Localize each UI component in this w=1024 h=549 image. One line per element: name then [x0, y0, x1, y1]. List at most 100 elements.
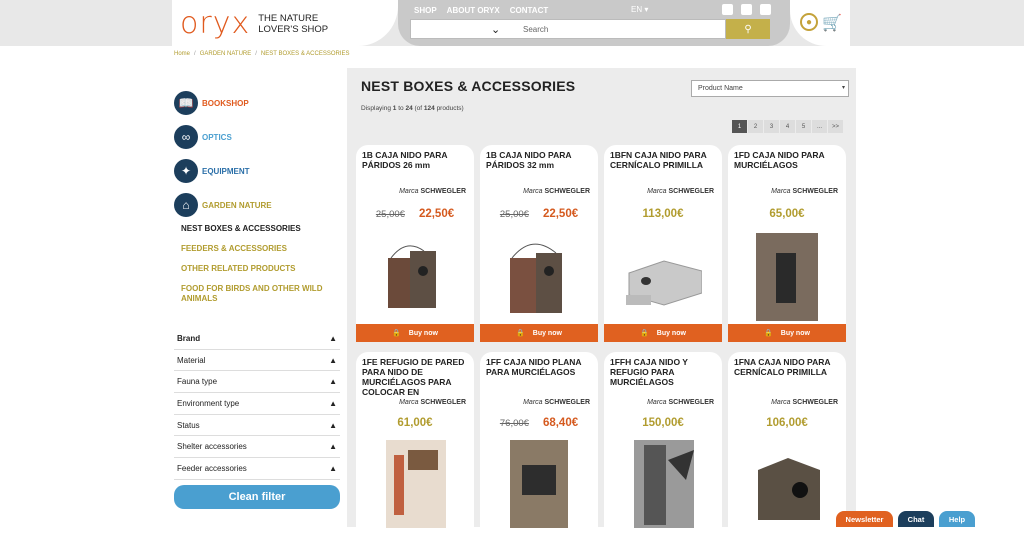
product-price: 65,00€: [769, 208, 805, 220]
chevron-down-icon[interactable]: ⌄: [491, 23, 511, 36]
product-card[interactable]: 1BFN CAJA NIDO PARA CERNÍCALO PRIMILLA M…: [604, 145, 722, 342]
chevron-up-icon: ▲: [329, 442, 337, 452]
product-brand: Marca SCHWEGLER: [523, 399, 590, 406]
nav-about[interactable]: ABOUT ORYX: [447, 6, 500, 15]
butterfly-icon: ✦: [174, 159, 198, 183]
lock-icon: 🔒: [764, 330, 773, 337]
clean-filter-button[interactable]: Clean filter: [174, 485, 340, 509]
product-image[interactable]: [500, 440, 578, 528]
buy-now-button[interactable]: 🔒 Buy now: [728, 324, 846, 342]
product-name[interactable]: 1FNA CAJA NIDO PARA CERNÍCALO PRIMILLA: [734, 357, 842, 377]
category-garden-nature[interactable]: ⌂ GARDEN NATURE: [174, 192, 340, 218]
product-name[interactable]: 1BFN CAJA NIDO PARA CERNÍCALO PRIMILLA: [610, 150, 718, 170]
category-optics[interactable]: ∞ OPTICS: [174, 124, 340, 150]
product-image[interactable]: [748, 440, 826, 528]
product-card[interactable]: 1FE REFUGIO DE PARED PARA NIDO DE MURCIÉ…: [356, 352, 474, 549]
newsletter-button[interactable]: Newsletter: [836, 511, 893, 527]
product-price: 68,40€: [542, 417, 579, 429]
category-equipment[interactable]: ✦ EQUIPMENT: [174, 158, 340, 184]
filter-material[interactable]: Material ▲: [174, 350, 340, 372]
old-price: 25,00€: [499, 209, 529, 220]
language-selector[interactable]: EN ▾: [631, 5, 648, 14]
product-price: 22,50€: [418, 208, 455, 220]
subcat-feeders[interactable]: FEEDERS & ACCESSORIES: [181, 244, 340, 254]
product-name[interactable]: 1FF CAJA NIDO PLANA PARA MURCIÉLAGOS: [486, 357, 594, 377]
chevron-up-icon: ▲: [329, 377, 337, 387]
page-4[interactable]: 4: [780, 120, 795, 133]
product-card[interactable]: 1B CAJA NIDO PARA PÁRIDOS 32 mm Marca SC…: [480, 145, 598, 342]
logo-tagline: THE NATURE LOVER'S SHOP: [258, 12, 329, 35]
facebook-icon[interactable]: [722, 4, 733, 15]
filter-environment-type[interactable]: Environment type ▲: [174, 393, 340, 415]
search-button[interactable]: ⚲: [726, 19, 770, 39]
product-card[interactable]: 1FFH CAJA NIDO Y REFUGIO PARA MURCIÉLAGO…: [604, 352, 722, 549]
filter-fauna-type[interactable]: Fauna type ▲: [174, 371, 340, 394]
product-card[interactable]: 1B CAJA NIDO PARA PÁRIDOS 26 mm Marca SC…: [356, 145, 474, 342]
subcat-food[interactable]: FOOD FOR BIRDS AND OTHER WILD ANIMALS: [181, 284, 331, 304]
cart-icon[interactable]: 🛒: [822, 13, 842, 33]
product-brand: Marca SCHWEGLER: [647, 188, 714, 195]
buy-now-button[interactable]: 🔒 Buy now: [356, 324, 474, 342]
product-image[interactable]: [624, 440, 702, 528]
product-card[interactable]: 1FD CAJA NIDO PARA MURCIÉLAGOS Marca SCH…: [728, 145, 846, 342]
nav-shop[interactable]: SHOP: [414, 6, 437, 15]
product-name[interactable]: 1FD CAJA NIDO PARA MURCIÉLAGOS: [734, 150, 842, 170]
subcat-other-related[interactable]: OTHER RELATED PRODUCTS: [181, 264, 340, 274]
buy-now-button[interactable]: 🔒 Buy now: [604, 324, 722, 342]
product-image[interactable]: [376, 440, 454, 528]
crumb-garden[interactable]: GARDEN NATURE: [200, 51, 252, 57]
nav-contact[interactable]: CONTACT: [510, 6, 549, 15]
sort-select[interactable]: Product Name ▾: [691, 80, 849, 97]
product-image[interactable]: [500, 233, 578, 321]
product-name[interactable]: 1FFH CAJA NIDO Y REFUGIO PARA MURCIÉLAGO…: [610, 357, 718, 387]
search-bar[interactable]: ⌄ Search: [410, 19, 726, 39]
binoculars-icon: ∞: [174, 125, 198, 149]
product-image[interactable]: [748, 233, 826, 321]
product-image[interactable]: [624, 233, 702, 321]
page-1[interactable]: 1: [732, 120, 747, 133]
chat-button[interactable]: Chat: [898, 511, 934, 527]
chevron-up-icon: ▲: [329, 420, 337, 430]
product-image[interactable]: [376, 233, 454, 321]
instagram-icon[interactable]: [760, 4, 771, 15]
subcat-nest-boxes[interactable]: NEST BOXES & ACCESSORIES: [181, 224, 340, 234]
search-input[interactable]: Search: [523, 25, 548, 34]
old-price: 25,00€: [375, 209, 405, 220]
filter-feeder-accessories[interactable]: Feeder accessories ▲: [174, 458, 340, 480]
help-button[interactable]: Help: [939, 511, 975, 527]
filter-shelter-accessories[interactable]: Shelter accessories ▲: [174, 436, 340, 459]
chevron-up-icon: ▲: [329, 355, 337, 365]
twitter-icon[interactable]: [741, 4, 752, 15]
page-title: NEST BOXES & ACCESSORIES: [361, 78, 576, 94]
category-bookshop[interactable]: 📖 BOOKSHOP: [174, 90, 340, 116]
page-3[interactable]: 3: [764, 120, 779, 133]
lock-icon: 🔒: [516, 330, 525, 337]
product-price: 106,00€: [766, 417, 808, 429]
user-icon[interactable]: ●: [800, 13, 818, 31]
product-brand: Marca SCHWEGLER: [399, 188, 466, 195]
page-next[interactable]: >>: [828, 120, 843, 133]
display-count: Displaying 1 to 24 (of 124 products): [361, 105, 464, 112]
page-5[interactable]: 5: [796, 120, 811, 133]
social-links: [722, 4, 771, 15]
product-brand: Marca SCHWEGLER: [647, 399, 714, 406]
logo-mark: oryx: [180, 6, 251, 41]
product-name[interactable]: 1FE REFUGIO DE PARED PARA NIDO DE MURCIÉ…: [362, 357, 470, 397]
crumb-home[interactable]: Home: [174, 51, 190, 57]
sidebar: 📖 BOOKSHOP ∞ OPTICS ✦ EQUIPMENT ⌂ GARDEN…: [174, 90, 340, 304]
product-name[interactable]: 1B CAJA NIDO PARA PÁRIDOS 26 mm: [362, 150, 470, 170]
product-brand: Marca SCHWEGLER: [523, 188, 590, 195]
page-2[interactable]: 2: [748, 120, 763, 133]
product-name[interactable]: 1B CAJA NIDO PARA PÁRIDOS 32 mm: [486, 150, 594, 170]
product-price: 61,00€: [397, 417, 433, 429]
chevron-up-icon: ▲: [329, 463, 337, 473]
buy-now-button[interactable]: 🔒 Buy now: [480, 324, 598, 342]
product-price: 113,00€: [642, 208, 684, 220]
product-card[interactable]: 1FNA CAJA NIDO PARA CERNÍCALO PRIMILLA M…: [728, 352, 846, 549]
filter-status[interactable]: Status ▲: [174, 415, 340, 437]
product-card[interactable]: 1FF CAJA NIDO PLANA PARA MURCIÉLAGOS Mar…: [480, 352, 598, 549]
filter-brand[interactable]: Brand ▲: [174, 328, 340, 350]
breadcrumb: Home / GARDEN NATURE / NEST BOXES & ACCESS…: [174, 51, 350, 57]
logo[interactable]: oryx THE NATURE LOVER'S SHOP: [180, 6, 328, 41]
lock-icon: 🔒: [392, 330, 401, 337]
